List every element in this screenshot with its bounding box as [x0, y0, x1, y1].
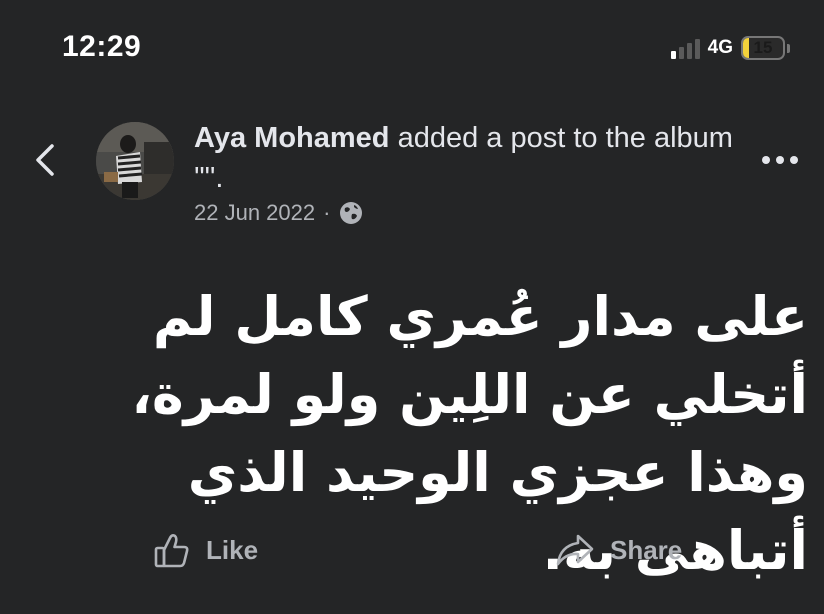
signal-bar [678, 47, 684, 59]
battery-level: 15 [753, 38, 773, 57]
status-indicators: 4G 15 [670, 36, 790, 60]
signal-bar [670, 51, 676, 59]
avatar[interactable] [96, 122, 174, 200]
battery-icon: 15 [741, 36, 790, 60]
post-date[interactable]: 22 Jun 2022 [194, 200, 315, 226]
thumbs-up-icon [154, 534, 189, 568]
globe-icon [340, 202, 363, 224]
battery-fill [743, 38, 749, 58]
like-button[interactable]: Like [152, 530, 258, 570]
post-header: Aya Mohamed added a post to the album '"… [194, 118, 734, 198]
battery-body: 15 [741, 36, 785, 60]
post-screen: 12:29 4G 15 Aya Mohamed added a post to … [0, 0, 824, 614]
ellipsis-icon [762, 156, 798, 164]
signal-bar [686, 43, 692, 59]
signal-bar [694, 39, 700, 59]
network-label: 4G [707, 37, 733, 58]
share-arrow-icon [556, 534, 594, 566]
share-button[interactable]: Share [554, 530, 682, 570]
status-time: 12:29 [62, 30, 142, 63]
signal-icon [670, 37, 700, 59]
more-options-button[interactable] [758, 148, 802, 172]
profile-photo [96, 122, 174, 200]
author-name[interactable]: Aya Mohamed [194, 122, 390, 154]
post-meta: 22 Jun 2022 · [194, 200, 364, 226]
battery-tip [787, 43, 790, 53]
like-label: Like [206, 534, 259, 565]
share-label: Share [610, 534, 683, 565]
back-button[interactable] [28, 140, 64, 180]
meta-separator: · [323, 200, 331, 225]
chevron-left-icon [36, 144, 54, 176]
